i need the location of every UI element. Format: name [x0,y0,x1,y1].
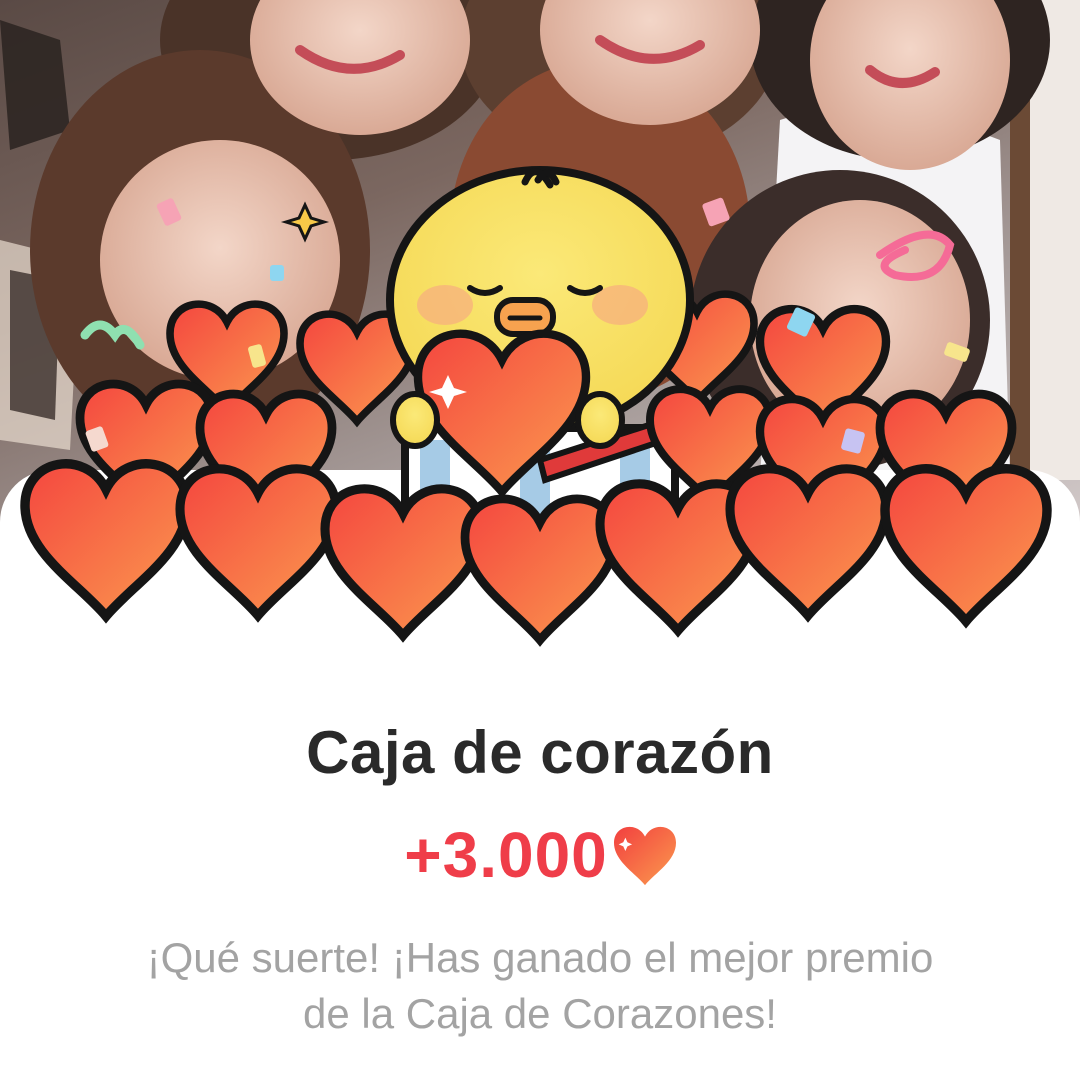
dialog-title: Caja de corazón [306,719,774,786]
reward-row: +3.000 [0,818,1080,892]
reward-amount: +3.000 [404,819,608,891]
heart-box-result-screen: Caja de corazón +3.000 ¡Qué suerte! ¡Has… [0,0,1080,1080]
message-line-2: de la Caja de Corazones! [303,990,777,1037]
hearts-pile-illustration [0,166,1080,660]
message-line-1: ¡Qué suerte! ¡Has ganado el mejor premio [146,934,934,981]
reward-message: ¡Qué suerte! ¡Has ganado el mejor premio… [40,930,1040,1042]
heart-icon [613,826,676,886]
